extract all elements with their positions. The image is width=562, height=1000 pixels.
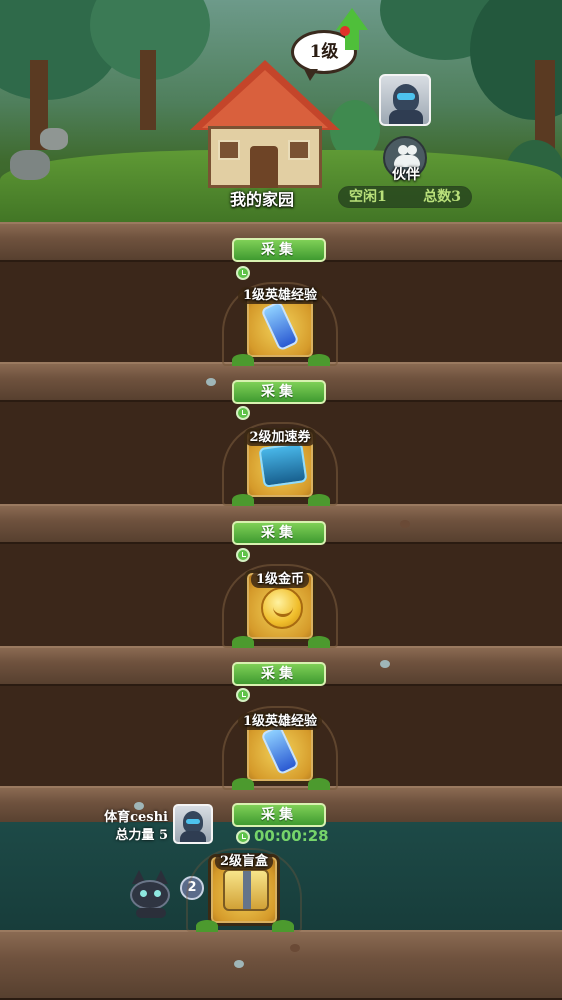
collect-button[interactable]: 采集 xyxy=(232,238,326,262)
rock-icon xyxy=(10,150,50,180)
notification-dot xyxy=(340,26,350,36)
resource-name: 1级英雄经验 xyxy=(237,713,323,730)
worker-counts: 空闲1 总数3 xyxy=(338,186,472,208)
collect-button[interactable]: 采集 xyxy=(232,662,326,686)
resource-card[interactable]: 1级金币 xyxy=(222,564,338,648)
pet-cat-icon[interactable] xyxy=(128,862,174,920)
home-title: 我的家园 xyxy=(229,190,294,209)
rock-icon xyxy=(40,128,68,150)
partner-label: 伙伴 xyxy=(392,167,420,183)
clock-icon xyxy=(236,688,250,702)
resource-card[interactable]: 1级英雄经验 xyxy=(222,282,338,366)
blind-box-icon xyxy=(223,869,269,911)
player-name: 体育ceshi xyxy=(104,810,168,825)
resource-name: 1级英雄经验 xyxy=(237,287,323,304)
idle-count: 空闲1 xyxy=(349,189,387,205)
upgrade-arrow-icon[interactable] xyxy=(336,8,368,52)
exp-vial-icon xyxy=(260,300,300,352)
resource-name: 2级加速券 xyxy=(244,429,316,446)
resource-card[interactable]: 1级英雄经验 xyxy=(222,706,338,790)
player-power: 总力量 5 xyxy=(115,828,168,843)
speed-ticket-icon xyxy=(258,442,308,488)
total-count: 总数3 xyxy=(423,189,461,205)
resource-name: 1级金币 xyxy=(250,571,310,588)
player-avatar[interactable] xyxy=(173,804,213,844)
clock-icon xyxy=(236,266,250,280)
resource-card[interactable]: 2级盲盒 xyxy=(186,848,302,932)
collect-timer: 00:00:28 xyxy=(254,827,329,845)
clock-icon xyxy=(236,830,250,844)
clock-icon xyxy=(236,406,250,420)
collect-button[interactable]: 采集 xyxy=(232,380,326,404)
resource-card[interactable]: 2级加速券 xyxy=(222,422,338,506)
collect-button[interactable]: 采集 xyxy=(232,521,326,545)
hero-avatar[interactable] xyxy=(379,74,431,126)
exp-vial-icon xyxy=(260,724,300,776)
gold-coin-icon xyxy=(261,587,303,629)
clock-icon xyxy=(236,548,250,562)
resource-name: 2级盲盒 xyxy=(214,853,274,870)
collect-button[interactable]: 采集 xyxy=(232,803,326,827)
home-scene: 1级 我的家园 伙伴 空闲1 总数3 xyxy=(0,0,562,228)
